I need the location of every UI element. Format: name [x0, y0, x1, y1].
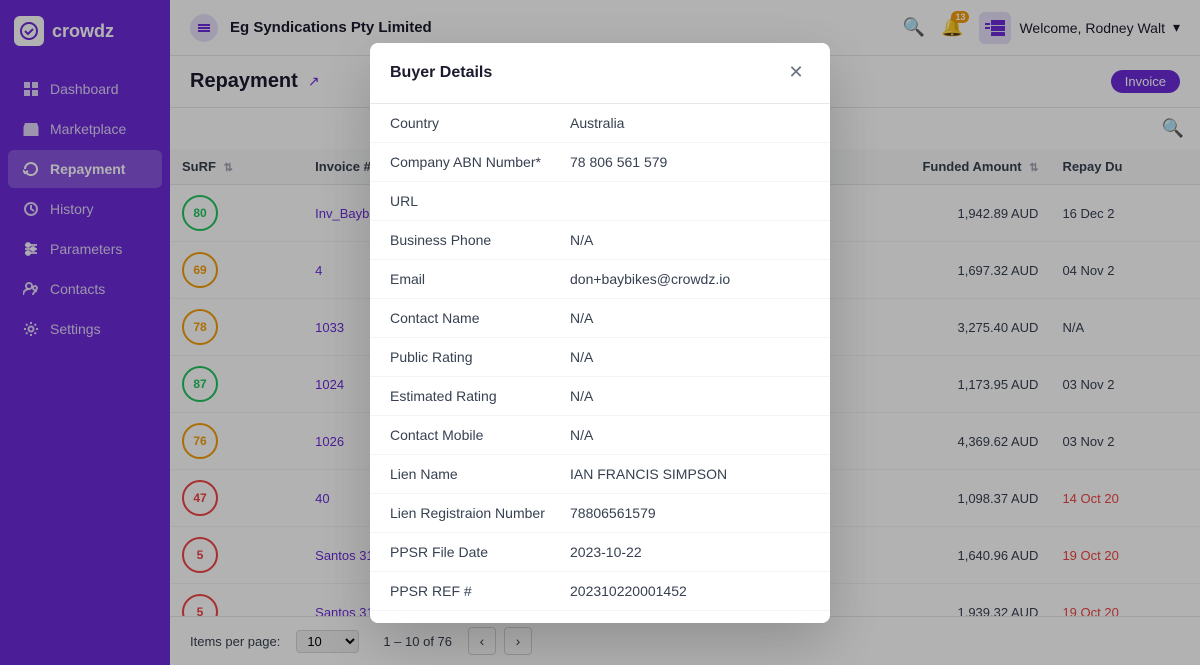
- modal-field-label: Email: [390, 271, 570, 287]
- modal-field-label: PPSR REF #: [390, 583, 570, 599]
- modal-field-label: Estimated Rating: [390, 388, 570, 404]
- modal-field-value: filed: [570, 622, 596, 623]
- modal-field-row: URL: [370, 182, 830, 221]
- modal-close-button[interactable]: ✕: [782, 59, 810, 87]
- modal-field-value: 78 806 561 579: [570, 154, 667, 170]
- modal-field-row: Public Rating N/A: [370, 338, 830, 377]
- modal-field-value: don+baybikes@crowdz.io: [570, 271, 730, 287]
- modal-overlay[interactable]: Buyer Details ✕ Country Australia Compan…: [0, 0, 1200, 665]
- modal-field-row: Business Phone N/A: [370, 221, 830, 260]
- modal-field-label: Country: [390, 115, 570, 131]
- modal-field-label: Company ABN Number*: [390, 154, 570, 170]
- modal-field-row: Email don+baybikes@crowdz.io: [370, 260, 830, 299]
- modal-field-row: Lien Registraion Number 78806561579: [370, 494, 830, 533]
- modal-field-value: 2023-10-22: [570, 544, 642, 560]
- modal-field-value: N/A: [570, 349, 593, 365]
- modal-field-value: 78806561579: [570, 505, 656, 521]
- modal-field-value: 202310220001452: [570, 583, 687, 599]
- modal-field-row: PPSR REF # 202310220001452: [370, 572, 830, 611]
- modal-field-value: N/A: [570, 310, 593, 326]
- modal-field-row: Contact Mobile N/A: [370, 416, 830, 455]
- modal-field-label: Business Phone: [390, 232, 570, 248]
- modal-field-value: Australia: [570, 115, 624, 131]
- modal-field-row: Company ABN Number* 78 806 561 579: [370, 143, 830, 182]
- modal-body: Country Australia Company ABN Number* 78…: [370, 104, 830, 623]
- modal-field-label: Public Rating: [390, 349, 570, 365]
- modal-field-row: Estimated Rating N/A: [370, 377, 830, 416]
- modal-field-label: PPSR Filing Status: [390, 622, 570, 623]
- buyer-details-modal: Buyer Details ✕ Country Australia Compan…: [370, 43, 830, 623]
- modal-field-label: URL: [390, 193, 570, 209]
- modal-field-label: Lien Registraion Number: [390, 505, 570, 521]
- modal-field-row: Lien Name IAN FRANCIS SIMPSON: [370, 455, 830, 494]
- modal-title: Buyer Details: [390, 64, 492, 82]
- modal-field-label: Lien Name: [390, 466, 570, 482]
- modal-field-row: Contact Name N/A: [370, 299, 830, 338]
- modal-field-value: IAN FRANCIS SIMPSON: [570, 466, 727, 482]
- modal-field-value: N/A: [570, 427, 593, 443]
- modal-field-label: Contact Mobile: [390, 427, 570, 443]
- modal-field-label: Contact Name: [390, 310, 570, 326]
- modal-header: Buyer Details ✕: [370, 43, 830, 104]
- modal-field-label: PPSR File Date: [390, 544, 570, 560]
- modal-field-value: N/A: [570, 388, 593, 404]
- modal-field-row: PPSR Filing Status filed: [370, 611, 830, 623]
- modal-field-value: N/A: [570, 232, 593, 248]
- modal-field-row: Country Australia: [370, 104, 830, 143]
- modal-field-row: PPSR File Date 2023-10-22: [370, 533, 830, 572]
